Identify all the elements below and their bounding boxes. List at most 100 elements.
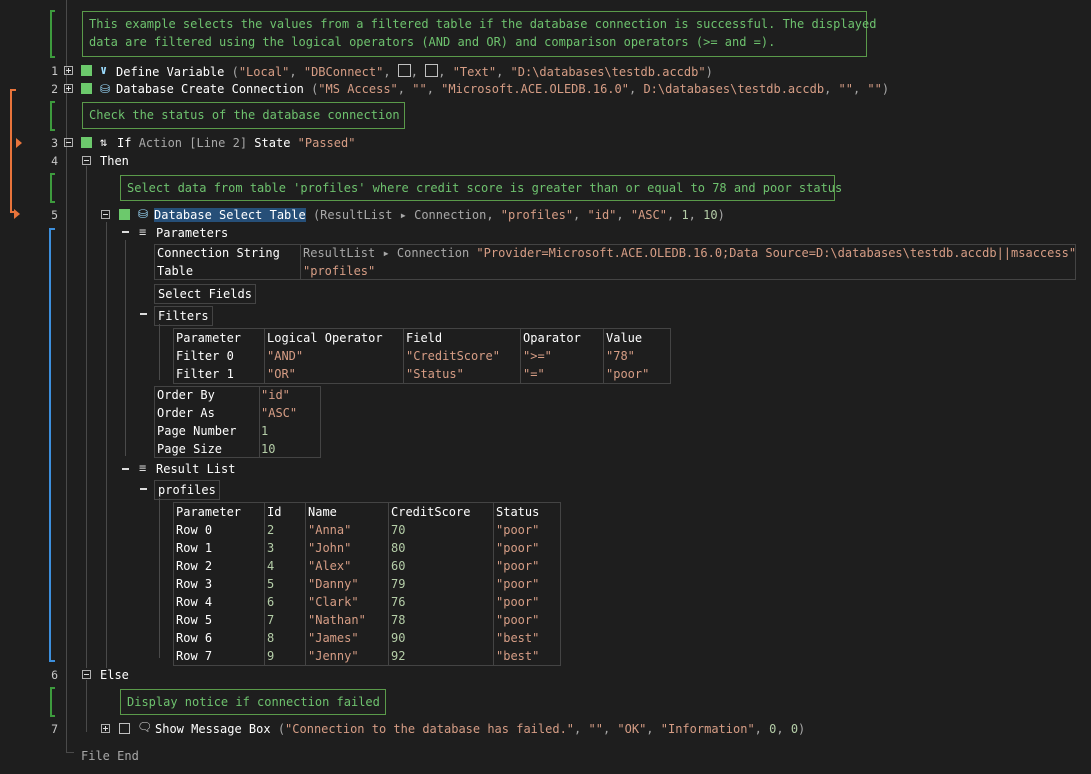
connection-string-value[interactable]: ResultList ▸ Connection "Provider=Micros… [303,246,1076,260]
comment-text: Select data from table 'profiles' where … [127,181,843,195]
line-number: 7 [51,722,58,736]
line-number: 3 [51,136,58,150]
table-header-row: Parameter Logical Operator Field Oparato… [173,328,671,347]
filters-guide [159,324,160,380]
expand-toggle[interactable] [101,724,110,733]
collapse-icon[interactable] [140,488,147,490]
table-value[interactable]: "profiles" [303,264,375,278]
comment-bracket [50,173,55,203]
list-icon: ≡ [139,461,147,475]
table-header: Id [264,502,306,521]
command-name: Show Message Box [155,722,271,736]
message-box-icon: 🗨 [137,720,153,734]
table-row[interactable]: Row 7 9 "Jenny" 92 "best" [173,647,561,666]
comment-bracket [50,10,55,58]
comment-block[interactable]: This example selects the values from a f… [82,11,877,57]
then-guide [86,166,87,668]
filters-table: Parameter Logical Operator Field Oparato… [173,328,671,384]
comment-block[interactable]: Check the status of the database connect… [82,102,405,129]
table-row[interactable]: Filter 0 "AND" "CreditScore" ">=" "78" [173,347,671,365]
else-guide [86,680,87,732]
enabled-checkbox[interactable] [81,137,92,148]
line-number: 5 [51,208,58,222]
connection-string-key: Connection String [157,246,280,260]
table-header: Name [305,502,389,521]
file-end-label: File End [81,749,139,763]
order-by-key: Order By [157,388,215,402]
line-number: 6 [51,668,58,682]
collapse-icon[interactable] [122,468,129,470]
table-row[interactable]: Filter 1 "OR" "Status" "=" "poor" [173,365,671,384]
enabled-checkbox[interactable] [119,209,130,220]
collapse-icon[interactable] [140,313,147,315]
command-line[interactable]: Define Variable ("Local", "DBConnect", ,… [116,64,713,79]
table-row[interactable]: Row 0 2 "Anna" 70 "poor" [173,521,561,539]
comment-text: This example selects the values from a f… [89,17,877,31]
profiles-guide [159,498,160,658]
expand-toggle[interactable] [64,84,73,93]
comment-bracket [50,101,55,131]
enabled-checkbox[interactable] [81,83,92,94]
comment-block[interactable]: Select data from table 'profiles' where … [120,175,842,201]
filters-label[interactable]: Filters [154,306,213,326]
page-size-value[interactable]: 10 [261,442,275,456]
empty-value-box [397,64,411,77]
table-header: Parameter [173,502,265,521]
table-header: Value [603,328,671,347]
profiles-label[interactable]: profiles [154,480,220,500]
table-row[interactable]: Row 4 6 "Clark" 76 "poor" [173,593,561,611]
table-row[interactable]: Row 3 5 "Danny" 79 "poor" [173,575,561,593]
command-line[interactable]: Database Select Table (ResultList ▸ Conn… [154,208,725,222]
order-by-value[interactable]: "id" [261,388,290,402]
expand-toggle[interactable] [64,66,73,75]
result-table: Parameter Id Name CreditScore Status Row… [173,502,561,666]
parameters-label: Parameters [156,226,229,240]
gutter-guide-end [66,752,74,753]
comment-text: data are filtered using the logical oper… [89,35,776,49]
then-label[interactable]: Then [100,154,129,168]
command-line[interactable]: Database Create Connection ("MS Access",… [116,82,889,96]
line-number: 4 [51,154,58,168]
database-icon: ⛁ [100,82,111,96]
table-row[interactable]: Row 5 7 "Nathan" 78 "poor" [173,611,561,629]
line-number: 1 [51,64,58,78]
collapse-icon[interactable] [122,231,129,233]
collapse-toggle[interactable] [101,210,110,219]
flow-arrow [10,89,16,213]
comment-text: Display notice if connection failed [127,695,380,709]
order-as-value[interactable]: "ASC" [261,406,297,420]
page-number-key: Page Number [157,424,237,438]
collapse-toggle[interactable] [64,138,73,147]
disabled-checkbox[interactable] [119,723,130,734]
command-line[interactable]: Show Message Box ("Connection to the dat… [155,722,805,736]
table-header: Oparator [520,328,604,347]
page-size-key: Page Size [157,442,223,456]
table-row[interactable]: Row 6 8 "James" 90 "best" [173,629,561,647]
command-line[interactable]: If Action [Line 2] State "Passed" [117,136,355,150]
enabled-checkbox[interactable] [81,65,92,76]
page-number-value[interactable]: 1 [261,424,268,438]
table-header: Parameter [173,328,265,347]
comment-bracket [50,687,55,717]
collapse-toggle[interactable] [82,156,91,165]
comment-block[interactable]: Display notice if connection failed [120,689,386,715]
table-row[interactable]: Row 2 4 "Alex" 60 "poor" [173,557,561,575]
table-header: CreditScore [388,502,494,521]
empty-value-box [425,64,439,77]
command-name: If [117,136,132,150]
command-name: Database Create Connection [116,82,304,96]
list-icon: ≡ [139,225,147,239]
result-list-label: Result List [156,462,236,476]
block-bracket [49,228,55,662]
parameters-guide [125,240,126,456]
command-name: Define Variable [116,65,225,79]
table-row[interactable]: Row 1 3 "John" 80 "poor" [173,539,561,557]
select-fields-label[interactable]: Select Fields [154,284,256,304]
table-header: Status [493,502,561,521]
else-label[interactable]: Else [100,668,129,682]
variable-icon: ∨ [100,63,108,77]
collapse-toggle[interactable] [82,670,91,679]
table-header-row: Parameter Id Name CreditScore Status [173,502,561,521]
command-name: Database Select Table [154,208,306,222]
if-icon: ⇅ [100,135,108,149]
